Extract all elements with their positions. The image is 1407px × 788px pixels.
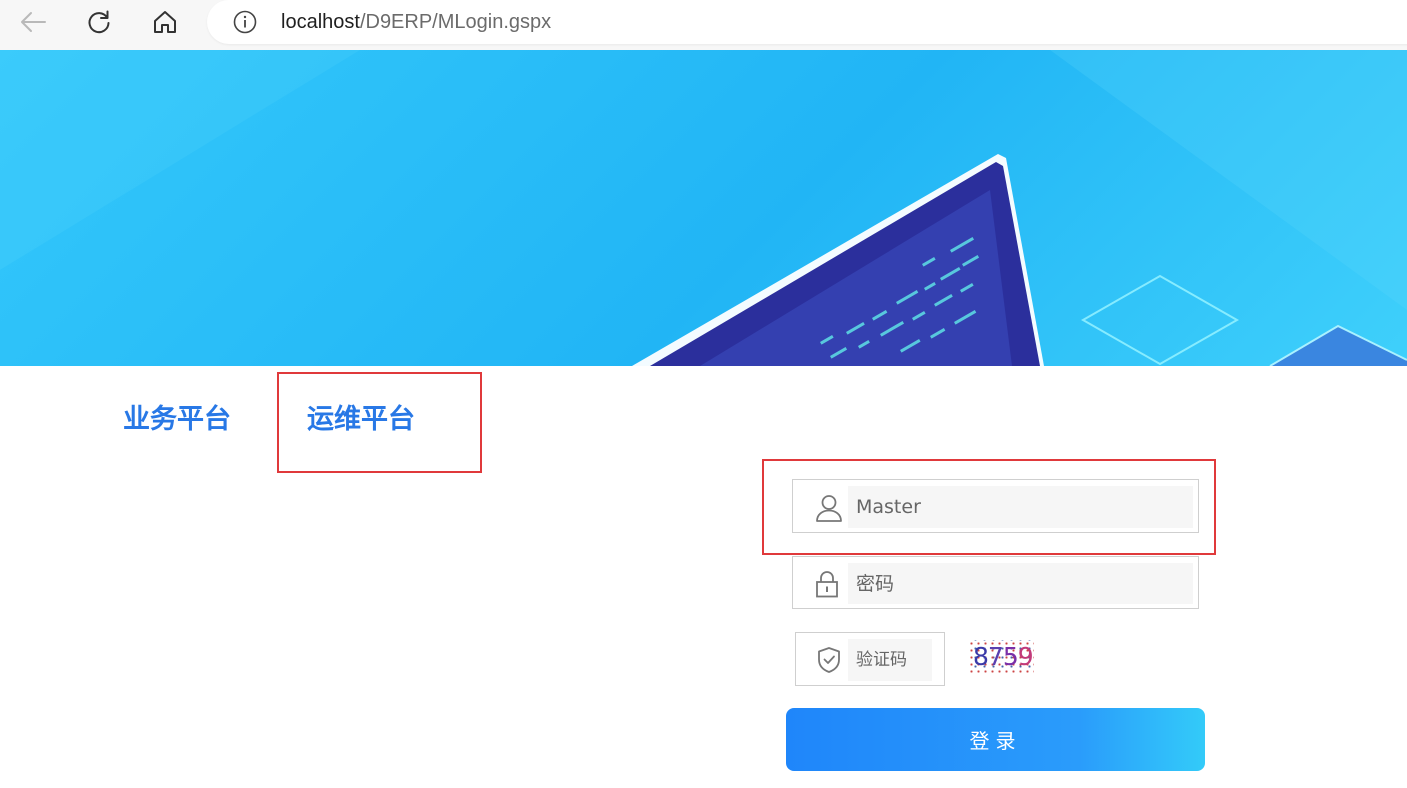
captcha-digit: 9 <box>1017 642 1034 671</box>
back-arrow-icon <box>21 12 46 32</box>
url-text[interactable]: localhost/D9ERP/MLogin.gspx <box>281 10 551 34</box>
login-button[interactable]: 登录 <box>786 708 1205 771</box>
home-icon <box>154 11 176 33</box>
tab-business-platform[interactable]: 业务平台 <box>123 397 231 436</box>
reload-button[interactable] <box>81 4 117 40</box>
url-path: /D9ERP/MLogin.gspx <box>359 11 552 33</box>
browser-toolbar: localhost/D9ERP/MLogin.gspx <box>0 0 1407 50</box>
laptop-illustration <box>0 50 1407 366</box>
address-bar[interactable]: localhost/D9ERP/MLogin.gspx <box>207 0 1407 44</box>
password-field <box>792 556 1199 609</box>
highlight-box-ops-tab <box>277 372 482 473</box>
shield-check-icon <box>816 646 842 674</box>
captcha-digit: 7 <box>987 642 1004 671</box>
highlight-box-username <box>762 459 1216 555</box>
captcha-image[interactable]: 8759 <box>968 640 1034 674</box>
info-icon <box>233 10 257 34</box>
captcha-input[interactable] <box>848 639 932 681</box>
login-banner <box>0 50 1407 366</box>
captcha-digit: 5 <box>1002 642 1019 671</box>
password-input[interactable] <box>848 563 1193 604</box>
back-button[interactable] <box>15 4 51 40</box>
lock-icon <box>813 569 841 599</box>
reload-icon <box>88 10 110 34</box>
url-host: localhost <box>281 11 360 33</box>
captcha-field <box>795 632 945 686</box>
site-info-button[interactable] <box>233 10 257 34</box>
captcha-digit: 8 <box>973 642 989 671</box>
home-button[interactable] <box>147 4 183 40</box>
